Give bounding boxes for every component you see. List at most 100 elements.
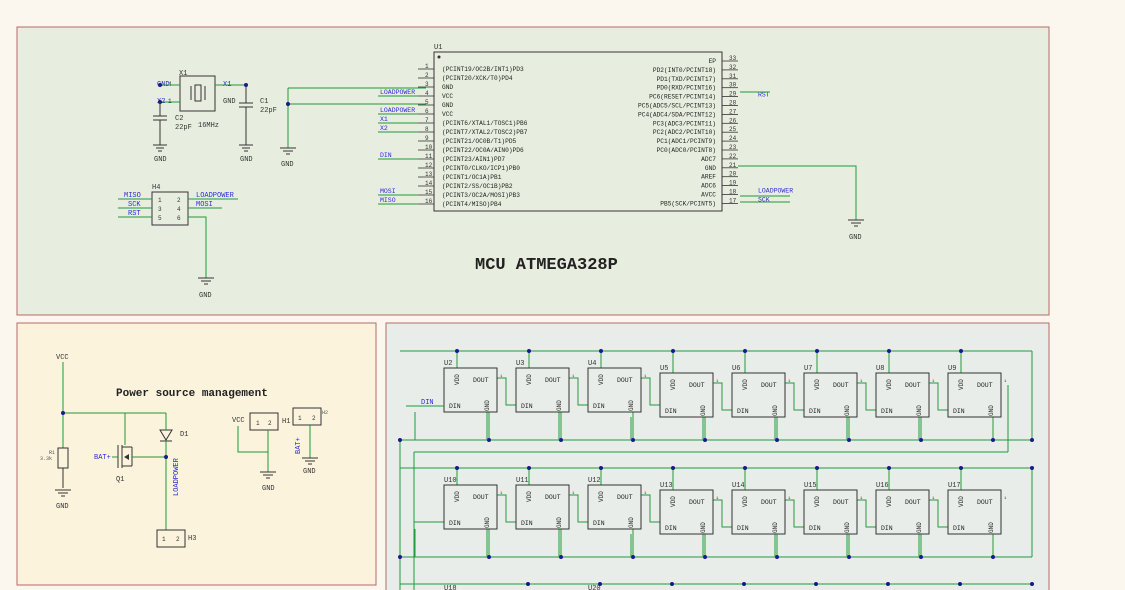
mcu-pin-num: 3 <box>425 81 429 88</box>
led-gnd: GND <box>556 517 563 528</box>
led-vdd: VDD <box>598 491 605 502</box>
led-din: DIN <box>881 525 893 532</box>
svg-text:VCC: VCC <box>56 354 69 362</box>
mcu-pin-num: 19 <box>729 180 737 187</box>
svg-text:5: 5 <box>158 215 162 222</box>
mcu-pin-num: 1 <box>425 63 429 70</box>
led-ref-partial: U18 <box>444 585 457 590</box>
led-vdd: VDD <box>526 374 533 385</box>
svg-text:2: 2 <box>177 197 181 204</box>
led-ref-partial: U20 <box>588 585 601 590</box>
mcu-pin-name: PC1(ADC1/PCINT9) <box>657 138 716 145</box>
led-din: DIN <box>449 403 461 410</box>
mcu-pin-num: 30 <box>729 82 737 89</box>
led-dout: DOUT <box>977 382 993 389</box>
led-gnd: GND <box>916 522 923 533</box>
svg-text:1: 1 <box>298 415 302 422</box>
svg-text:GND: GND <box>154 156 167 164</box>
led-ref: U9 <box>948 365 956 373</box>
led-dout: DOUT <box>761 382 777 389</box>
led-gnd: GND <box>844 405 851 416</box>
led-din: DIN <box>449 520 461 527</box>
mcu-pin-num: 29 <box>729 91 737 98</box>
svg-text:1: 1 <box>256 420 260 427</box>
svg-text:LOADPOWER: LOADPOWER <box>196 192 235 200</box>
mcu-net-label: RST <box>758 92 770 99</box>
led-gnd: GND <box>556 400 563 411</box>
mcu-pin-name: AREF <box>701 174 716 181</box>
led-panel <box>385 322 1050 590</box>
svg-text:H3: H3 <box>188 535 196 543</box>
mcu-pin-num: 11 <box>425 153 433 160</box>
mcu-pin-num: 12 <box>425 162 433 169</box>
led-gnd: GND <box>988 405 995 416</box>
svg-text:2: 2 <box>312 415 316 422</box>
svg-text:4: 4 <box>177 206 181 213</box>
mcu-pin-name: (PCINT23/AIN1)PD7 <box>442 156 505 163</box>
led-ref: U6 <box>732 365 740 373</box>
mcu-pin-name: PC4(ADC4/SDA/PCINT12) <box>638 111 716 118</box>
led-gnd: GND <box>628 517 635 528</box>
led-vdd: VDD <box>670 379 677 390</box>
led-dout: DOUT <box>545 377 561 384</box>
svg-text:X1: X1 <box>179 70 187 78</box>
mcu-net-label: X2 <box>380 125 388 132</box>
mcu-pin-name: PC6(RESET/PCINT14) <box>649 94 716 101</box>
led-gnd: GND <box>700 522 707 533</box>
svg-text:RST: RST <box>128 210 141 218</box>
schematic-sheet: U1 1 (PCINT19/OC2B/INT1)PD3 2 (PCINT20/XCK/… <box>16 26 1050 590</box>
mcu-pin-name: AVCC <box>701 192 716 199</box>
svg-text:BAT+: BAT+ <box>94 454 111 462</box>
svg-text:C2: C2 <box>175 115 183 123</box>
mcu-net-label: LOADPOWER <box>380 89 415 96</box>
mcu-pin-num: 25 <box>729 126 737 133</box>
svg-text:GND: GND <box>281 161 294 169</box>
svg-text:2: 2 <box>268 420 272 427</box>
mcu-pin-name: PC5(ADC5/SCL/PCINT13) <box>638 103 716 110</box>
led-gnd: GND <box>844 522 851 533</box>
svg-text:SCK: SCK <box>128 201 141 209</box>
mcu-pin-name: PC2(ADC2/PCINT10) <box>653 129 716 136</box>
led-dout: DOUT <box>905 382 921 389</box>
led-dout: DOUT <box>833 499 849 506</box>
mcu-pin-name: (PCINT0/CLKO/ICP1)PB0 <box>442 165 520 172</box>
mcu-pin-num: 7 <box>425 117 429 124</box>
led-gnd: GND <box>988 522 995 533</box>
mcu-pin-num: 18 <box>729 189 737 196</box>
led-gnd: GND <box>772 522 779 533</box>
led-din: DIN <box>521 520 533 527</box>
svg-text:2: 2 <box>176 536 180 543</box>
led-vdd: VDD <box>742 496 749 507</box>
mcu-pin-num: 13 <box>425 171 433 178</box>
mcu-pin-num: 26 <box>729 117 737 124</box>
led-din: DIN <box>809 525 821 532</box>
power-title: Power source management <box>116 388 268 400</box>
mcu-pin-num: 16 <box>425 198 433 205</box>
mcu-pin-name: (PCINT6/XTAL1/TOSC1)PB6 <box>442 120 528 127</box>
led-ref: U3 <box>516 360 524 368</box>
led-din: DIN <box>593 403 605 410</box>
led-ref: U17 <box>948 482 961 490</box>
led-vdd: VDD <box>814 496 821 507</box>
svg-text:6: 6 <box>177 215 181 222</box>
led-ref: U13 <box>660 482 673 490</box>
mcu-pin-num: 9 <box>425 135 429 142</box>
mcu-pin-num: 24 <box>729 135 737 142</box>
mcu-pin-num: 31 <box>729 73 737 80</box>
led-dout: DOUT <box>473 377 489 384</box>
led-vdd: VDD <box>526 491 533 502</box>
led-ref: U4 <box>588 360 596 368</box>
led-vdd: VDD <box>454 374 461 385</box>
mcu-pin-name: (PCINT4/MISO)PB4 <box>442 201 502 208</box>
mcu-pin-name: (PCINT20/XCK/T0)PD4 <box>442 75 513 82</box>
led-din: DIN <box>737 408 749 415</box>
mcu-pin-num: 20 <box>729 171 737 178</box>
mcu-pin-name: PD0(RXD/PCINT16) <box>657 85 716 92</box>
svg-text:3: 3 <box>158 206 162 213</box>
led-dout: DOUT <box>977 499 993 506</box>
led-dout: DOUT <box>833 382 849 389</box>
mcu-pin-num: 32 <box>729 64 737 71</box>
mcu-pin-name: (PCINT7/XTAL2/TOSC2)PB7 <box>442 129 528 136</box>
led-ref: U14 <box>732 482 745 490</box>
svg-text:H2: H2 <box>322 410 328 416</box>
